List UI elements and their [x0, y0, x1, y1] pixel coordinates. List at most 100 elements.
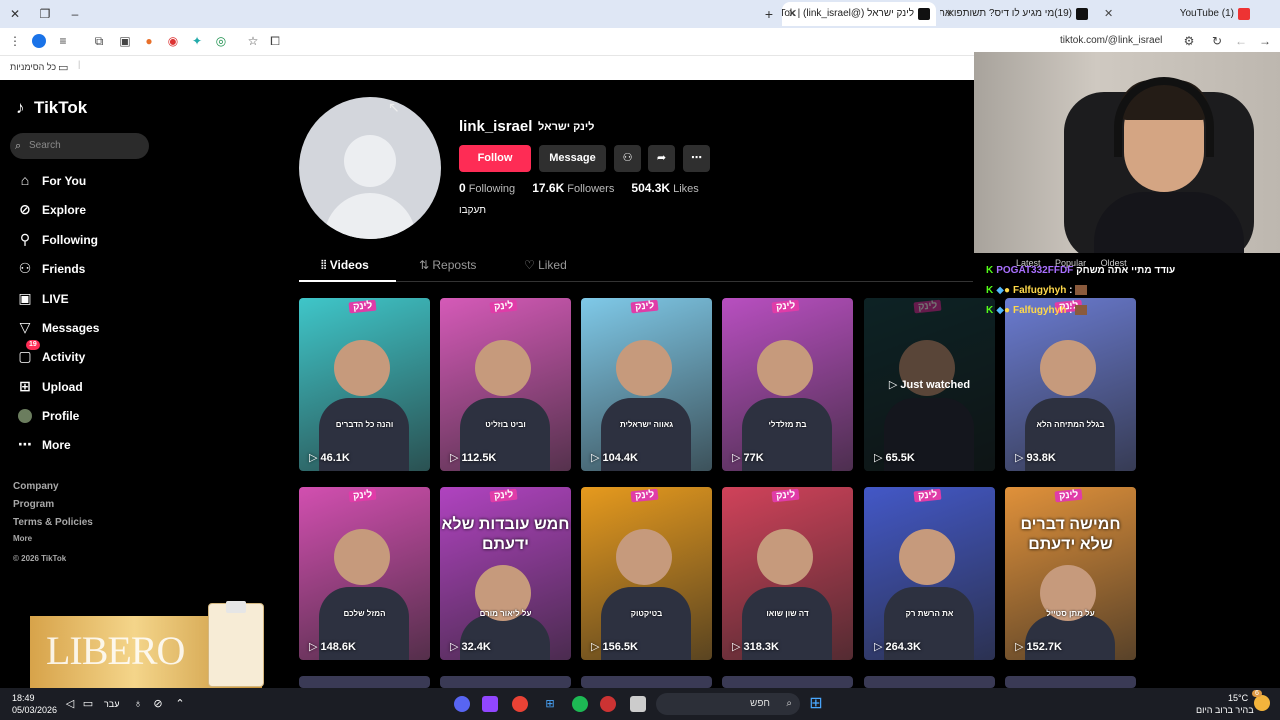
video-card[interactable] [440, 676, 571, 688]
video-card[interactable] [299, 676, 430, 688]
weather-desc[interactable]: בהיר ברוב היום [1196, 705, 1254, 715]
new-tab-icon[interactable]: + [760, 5, 778, 23]
microphone-icon[interactable]: ♁ [130, 696, 146, 712]
video-card[interactable]: לינק את הרשת רק ▷ 264.3K [864, 487, 995, 660]
message-button[interactable]: Message [539, 145, 606, 172]
sidebar-item-live[interactable]: ▣ LIVE [16, 287, 68, 309]
network-icon[interactable]: ▭ [80, 696, 96, 712]
video-card[interactable]: לינק חמש עובדות שלא ידעתם על ליאור מורם ▷ 3… [440, 487, 571, 660]
close-tab-icon[interactable]: ✕ [946, 2, 955, 26]
weather-sun-icon[interactable] [1254, 695, 1270, 711]
extension-icon[interactable]: ▣ [118, 34, 132, 48]
extension-icon[interactable]: ◎ [214, 34, 228, 48]
tab-reposts[interactable]: ⇅ Reposts [419, 258, 476, 272]
sidebar-item-friends[interactable]: ⚇ Friends [16, 257, 86, 279]
taskbar-search[interactable]: חפש ⌕ [656, 693, 800, 715]
tab-video[interactable]: (19)מי מגיע לו דיס? תשותפו את ✕ [940, 2, 1094, 26]
close-tab-icon[interactable]: ✕ [788, 2, 797, 26]
following-stat[interactable]: 0 Following [459, 181, 515, 195]
forward-icon[interactable]: ← [1234, 34, 1248, 48]
likes-label: Likes [673, 183, 699, 195]
language-indicator[interactable]: עבר [104, 699, 119, 709]
menu-icon[interactable]: ⋮ [8, 34, 22, 48]
footer-company[interactable]: Company [13, 481, 59, 492]
app-icon[interactable] [600, 696, 616, 712]
tab-tiktok[interactable]: לינק ישראל (@link_israel) | Tok ✕ [782, 2, 936, 26]
reload-icon[interactable]: ↻ [1210, 34, 1224, 48]
tray-chevron-icon[interactable]: ⌃ [172, 696, 188, 712]
spotify-icon[interactable] [572, 696, 588, 712]
video-card[interactable]: לינק▷ Just watched▷ 65.5K [864, 298, 995, 471]
extension-icon[interactable]: ✦ [190, 34, 204, 48]
cast-icon[interactable]: ⧠ [268, 34, 282, 48]
file-explorer-icon[interactable] [630, 696, 646, 712]
sidebar-item-activity[interactable]: ▢ 19 Activity [16, 340, 85, 367]
windows-start-icon[interactable]: ⊞ [808, 696, 824, 712]
mute-icon[interactable]: ⊘ [150, 696, 166, 712]
view-count-text: 46.1K [320, 452, 350, 464]
extension-icon[interactable]: ◉ [166, 34, 180, 48]
sidebar-item-for-you[interactable]: ⌂ For You [16, 169, 86, 191]
sidebar-item-messages[interactable]: ▽ Messages [16, 316, 100, 338]
video-card[interactable]: לינק בטיקטוק ▷ 156.5K [581, 487, 712, 660]
sidebar-item-explore[interactable]: ⊘ Explore [16, 198, 86, 220]
footer-program[interactable]: Program [13, 499, 54, 510]
sidebar-item-more[interactable]: ⋯ More [16, 433, 71, 455]
tab-videos[interactable]: ⦙⦙ Videos [321, 258, 369, 273]
tiktok-favicon-icon [918, 8, 930, 20]
profile-avatar[interactable] [299, 97, 441, 239]
tab-liked[interactable]: ♡ Liked [524, 258, 567, 272]
presenter-face [616, 529, 672, 585]
site-settings-icon[interactable]: ⚙ [1182, 34, 1196, 48]
video-card[interactable] [864, 676, 995, 688]
video-card[interactable]: לינק חמישה דברים שלא ידעתם על מתן סטייל ▷ 1… [1005, 487, 1136, 660]
tiktok-logo[interactable]: ♪ TikTok [16, 98, 87, 118]
tab-youtube[interactable]: (1) YouTube ✕ [1098, 2, 1256, 26]
restore-window-icon[interactable]: ❐ [36, 5, 54, 23]
volume-icon[interactable]: ◁ [62, 696, 78, 712]
sidebar-item-label: Upload [42, 380, 83, 394]
video-card[interactable]: לינק המזל שלכם ▷ 148.6K [299, 487, 430, 660]
back-icon[interactable]: → [1258, 34, 1272, 48]
video-card[interactable]: לינק גאווה ישראלית ▷ 104.4K [581, 298, 712, 471]
chrome-icon[interactable] [512, 696, 528, 712]
view-count: ▷ 65.5K [874, 451, 915, 464]
video-card[interactable] [722, 676, 853, 688]
video-card[interactable] [581, 676, 712, 688]
video-card[interactable]: לינק בגלל המתיחה הלא ▷ 93.8K [1005, 298, 1136, 471]
extensions-icon[interactable]: ≡ [56, 34, 70, 48]
sidebar-item-profile[interactable]: Profile [16, 404, 79, 426]
puzzle-icon[interactable]: ⧉ [92, 34, 106, 48]
video-card[interactable]: לינק והנה כל הדברים ▷ 46.1K [299, 298, 430, 471]
more-options-icon[interactable]: ⋯ [683, 145, 710, 172]
video-card[interactable]: לינק דה שון שואו ▷ 318.3K [722, 487, 853, 660]
close-tab-icon[interactable]: ✕ [1104, 2, 1113, 26]
profile-avatar-icon[interactable] [32, 34, 46, 48]
share-icon[interactable]: ➦ [648, 145, 675, 172]
twitch-icon[interactable] [482, 696, 498, 712]
minimize-window-icon[interactable]: – [66, 5, 84, 23]
discord-icon[interactable] [454, 696, 470, 712]
weather-temp[interactable]: 15°C [1228, 693, 1248, 703]
followers-stat[interactable]: 17.6K Followers [532, 181, 614, 195]
search-input[interactable]: ⌕ Search [10, 133, 149, 159]
add-friend-icon[interactable]: ⚇ [614, 145, 641, 172]
video-card[interactable] [1005, 676, 1136, 688]
play-icon: ▷ [450, 641, 462, 653]
extension-icon[interactable]: ● [142, 34, 156, 48]
footer-more[interactable]: More [13, 534, 32, 543]
footer-terms[interactable]: Terms & Policies [13, 517, 93, 528]
all-bookmarks-label[interactable]: כל הסימניות [10, 62, 56, 72]
url-field[interactable]: tiktok.com/@link_israel [1060, 35, 1162, 46]
tab-title: (19)מי מגיע לו דיס? תשותפו את [940, 8, 1072, 19]
apps-grid-icon[interactable]: ⊞ [542, 696, 558, 712]
video-card[interactable]: לינק בת מזלדלי ▷ 77K [722, 298, 853, 471]
sidebar-item-upload[interactable]: ⊞ Upload [16, 375, 83, 397]
close-window-icon[interactable]: ✕ [6, 5, 24, 23]
video-card[interactable]: לינק וביט בוזליט ▷ 112.5K [440, 298, 571, 471]
clock-date[interactable]: 05/03/2026 [12, 705, 57, 715]
bookmark-star-icon[interactable]: ☆ [246, 34, 260, 48]
follow-button[interactable]: Follow [459, 145, 531, 172]
clock-time[interactable]: 18:49 [12, 693, 35, 703]
sidebar-item-following[interactable]: ⚲ Following [16, 228, 98, 250]
